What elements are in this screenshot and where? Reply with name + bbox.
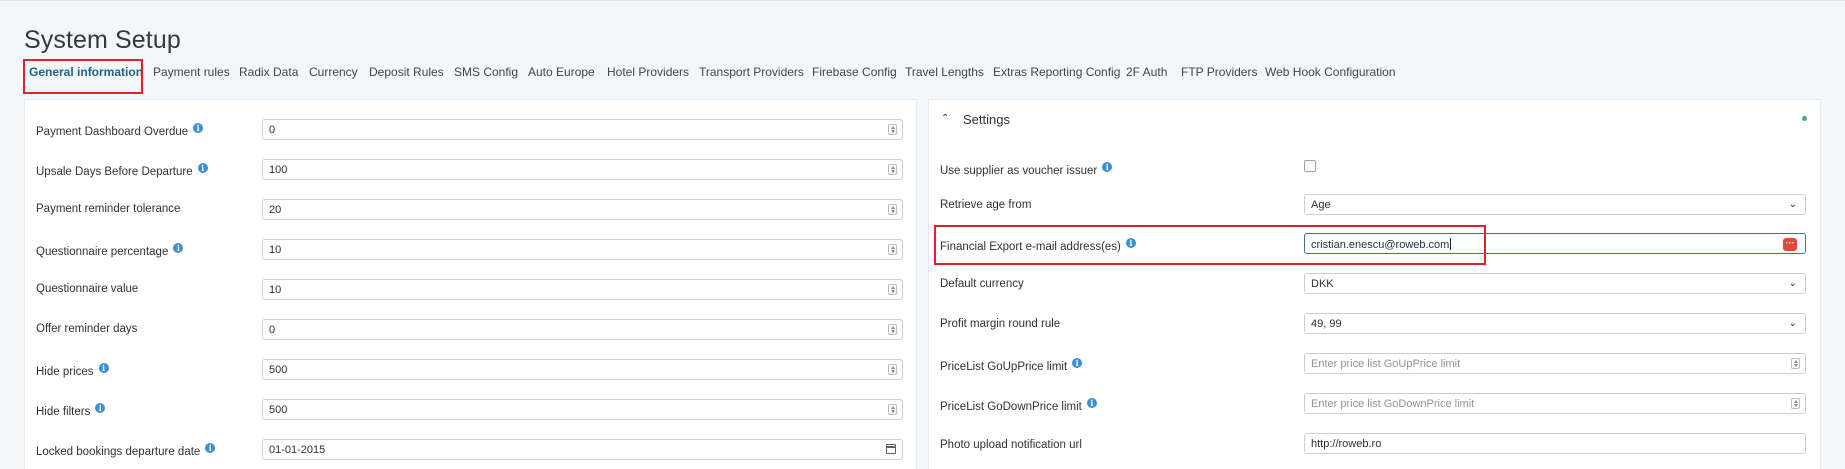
profit-margin-select[interactable]: 49, 99 ⌄ <box>1304 313 1806 334</box>
payment-reminder-tolerance-input[interactable]: 20 <box>262 199 903 220</box>
number-stepper-icon[interactable] <box>1791 398 1800 409</box>
tab-firebase-config[interactable]: Firebase Config <box>812 65 897 79</box>
number-stepper-icon[interactable] <box>888 244 897 255</box>
info-icon[interactable]: i <box>1072 358 1083 368</box>
number-stepper-icon[interactable] <box>888 204 897 215</box>
label-hide-prices: Hide prices i <box>36 363 109 378</box>
financial-export-email-input[interactable]: cristian.enescu@roweb.com ··· <box>1304 233 1806 254</box>
questionnaire-percentage-input[interactable]: 10 <box>262 239 903 260</box>
number-stepper-icon[interactable] <box>888 164 897 175</box>
questionnaire-value-input[interactable]: 10 <box>262 279 903 300</box>
label-hide-filters: Hide filters i <box>36 403 106 418</box>
label-photo-upload-url: Photo upload notification url <box>940 439 1082 451</box>
label-offer-reminder-days: Offer reminder days <box>36 323 138 335</box>
tab-transport-providers[interactable]: Transport Providers <box>699 65 804 79</box>
tab-2f-auth[interactable]: 2F Auth <box>1126 65 1167 79</box>
label-locked-bookings-departure-date: Locked bookings departure date i <box>36 443 216 458</box>
label-goup-price-limit: PriceList GoUpPrice limit i <box>940 358 1083 373</box>
label-godown-price-limit: PriceList GoDownPrice limit i <box>940 398 1097 413</box>
info-icon[interactable]: i <box>205 443 216 453</box>
tab-radix-data[interactable]: Radix Data <box>239 65 298 79</box>
tab-sms-config[interactable]: SMS Config <box>454 65 518 79</box>
tab-currency[interactable]: Currency <box>309 65 358 79</box>
label-financial-export-email: Financial Export e-mail address(es) i <box>940 238 1136 253</box>
number-stepper-icon[interactable] <box>888 324 897 335</box>
info-icon[interactable]: i <box>95 403 106 413</box>
info-icon[interactable]: i <box>197 163 208 173</box>
info-icon[interactable]: i <box>193 123 204 133</box>
tab-ftp-providers[interactable]: FTP Providers <box>1181 65 1257 79</box>
locked-bookings-date-input[interactable]: 01-01-2015 <box>262 439 903 460</box>
number-stepper-icon[interactable] <box>888 404 897 415</box>
godown-price-limit-input[interactable]: Enter price list GoDownPrice limit <box>1304 393 1806 414</box>
top-border <box>0 0 1845 1</box>
settings-title[interactable]: Settings <box>963 112 1010 127</box>
info-icon[interactable]: i <box>1086 398 1097 408</box>
tab-auto-europe[interactable]: Auto Europe <box>528 65 595 79</box>
hide-filters-input[interactable]: 500 <box>262 399 903 420</box>
label-profit-margin-round-rule: Profit margin round rule <box>940 318 1061 330</box>
tab-hotel-providers[interactable]: Hotel Providers <box>607 65 689 79</box>
number-stepper-icon[interactable] <box>888 284 897 295</box>
offer-reminder-days-input[interactable]: 0 <box>262 319 903 340</box>
password-manager-icon[interactable]: ··· <box>1783 238 1797 251</box>
info-icon[interactable]: i <box>98 363 109 373</box>
hide-prices-input[interactable]: 500 <box>262 359 903 380</box>
label-default-currency: Default currency <box>940 278 1024 290</box>
info-icon[interactable]: i <box>1102 162 1113 172</box>
number-stepper-icon[interactable] <box>1791 358 1800 369</box>
number-stepper-icon[interactable] <box>888 124 897 135</box>
label-use-supplier: Use supplier as voucher issuer i <box>940 162 1113 177</box>
label-questionnaire-value: Questionnaire value <box>36 283 139 295</box>
tab-web-hook-configuration[interactable]: Web Hook Configuration <box>1265 65 1396 79</box>
retrieve-age-select[interactable]: Age ⌄ <box>1304 194 1806 215</box>
use-supplier-checkbox[interactable] <box>1304 160 1316 172</box>
label-payment-reminder-tolerance: Payment reminder tolerance <box>36 203 181 215</box>
tab-general-information[interactable]: General information <box>29 65 143 79</box>
chevron-down-icon: ⌄ <box>1788 199 1797 210</box>
label-upsale-days: Upsale Days Before Departure i <box>36 163 208 178</box>
number-stepper-icon[interactable] <box>888 364 897 375</box>
default-currency-select[interactable]: DKK ⌄ <box>1304 273 1806 294</box>
page-title: System Setup <box>24 26 181 54</box>
tab-deposit-rules[interactable]: Deposit Rules <box>369 65 444 79</box>
label-questionnaire-percentage: Questionnaire percentage i <box>36 243 184 258</box>
tab-bar: General information Payment rules Radix … <box>0 58 1845 88</box>
label-retrieve-age: Retrieve age from <box>940 199 1032 211</box>
tab-travel-lengths[interactable]: Travel Lengths <box>905 65 984 79</box>
tab-payment-rules[interactable]: Payment rules <box>153 65 230 79</box>
info-icon[interactable]: i <box>173 243 184 253</box>
upsale-days-input[interactable]: 100 <box>262 159 903 180</box>
chevron-up-icon[interactable]: ⌃ <box>941 113 949 124</box>
payment-dashboard-overdue-input[interactable]: 0 <box>262 119 903 140</box>
photo-upload-url-input[interactable]: http://roweb.ro <box>1304 433 1806 454</box>
chevron-down-icon: ⌄ <box>1788 278 1797 289</box>
info-icon[interactable]: i <box>1125 238 1136 248</box>
chevron-down-icon: ⌄ <box>1788 318 1797 329</box>
tab-extras-reporting-config[interactable]: Extras Reporting Config <box>993 65 1120 79</box>
calendar-icon[interactable] <box>886 444 896 454</box>
label-payment-dashboard-overdue: Payment Dashboard Overdue i <box>36 123 204 138</box>
goup-price-limit-input[interactable]: Enter price list GoUpPrice limit <box>1304 353 1806 374</box>
text-caret <box>1450 238 1452 250</box>
status-dot-icon <box>1802 116 1807 121</box>
